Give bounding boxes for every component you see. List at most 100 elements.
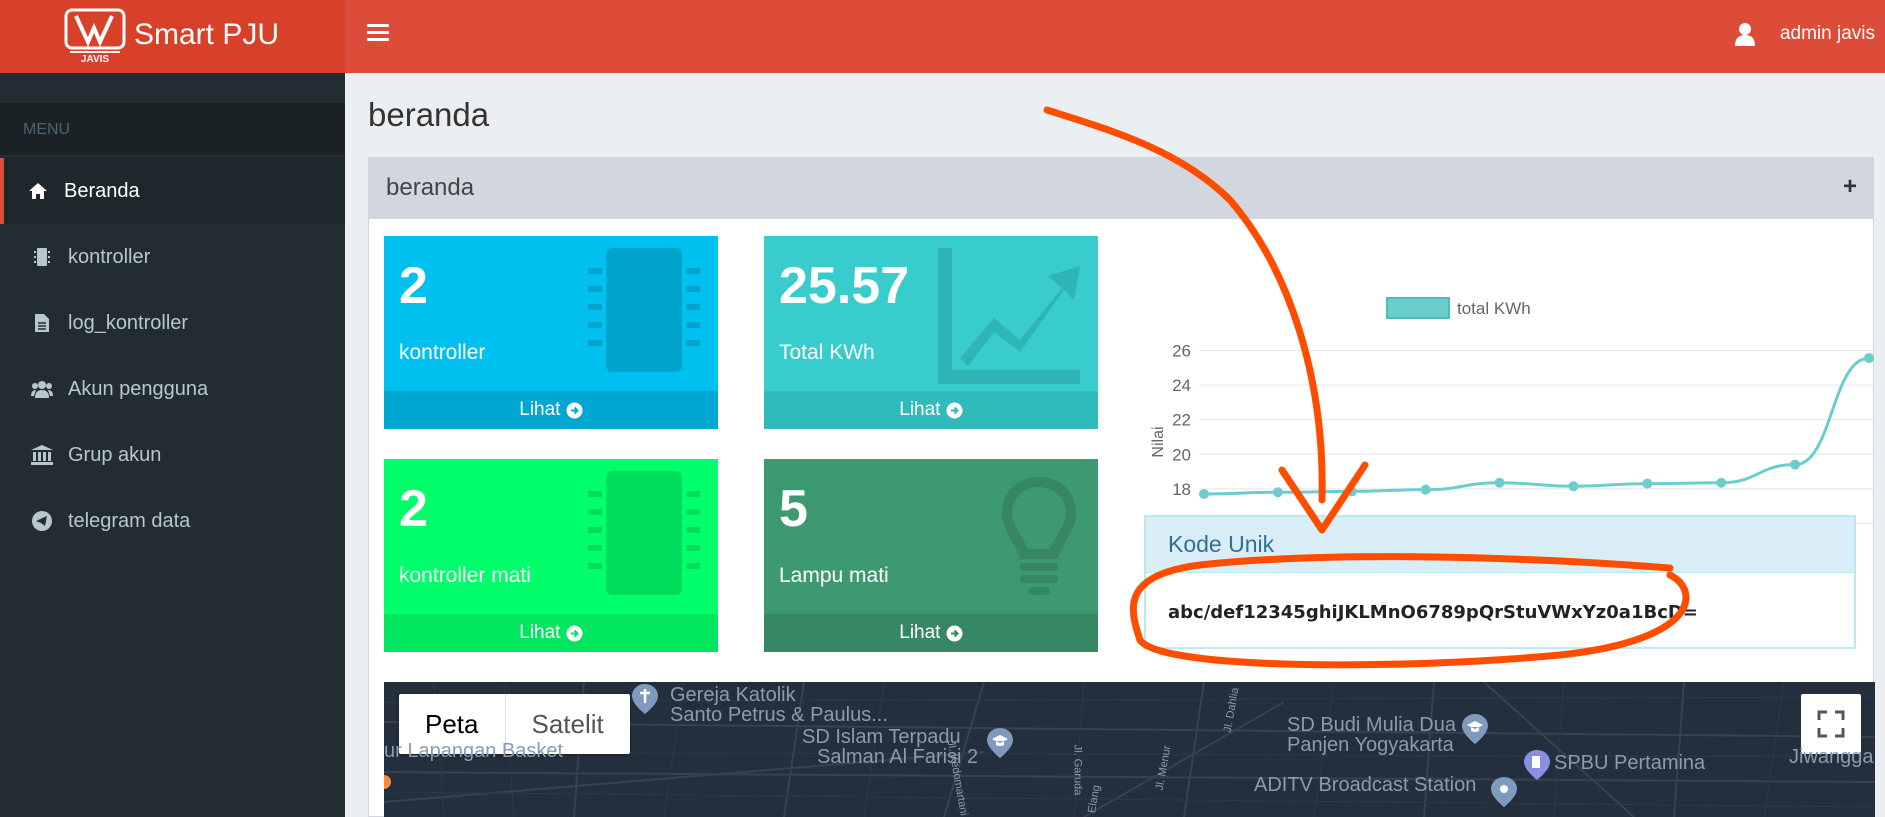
poi-label: Panjen Yogyakarta	[1287, 734, 1454, 756]
poi-label: ADITV Broadcast Station	[1254, 774, 1477, 796]
y-tick-label: 20	[1172, 445, 1191, 464]
arrow-circle-right-icon	[566, 625, 583, 641]
street-label: Jl. Garuda	[1071, 744, 1084, 796]
sidebar-item-grup-akun[interactable]: Grup akun	[0, 422, 345, 488]
data-point	[1568, 481, 1579, 492]
fullscreen-button[interactable]	[1801, 694, 1861, 754]
line-chart-icon	[938, 248, 1080, 384]
arrow-circle-right-icon	[566, 402, 583, 418]
y-tick-label: 26	[1172, 342, 1191, 361]
tile-link-label: Lihat	[899, 399, 941, 420]
tile-link-label: Lihat	[899, 622, 941, 643]
tile-label: Lampu mati	[779, 564, 889, 587]
y-tick-label: 24	[1172, 376, 1191, 395]
users-icon	[31, 378, 53, 400]
telegram-icon	[31, 510, 53, 532]
y-tick-label: 22	[1172, 411, 1191, 430]
sidebar-item-label: log_kontroller	[68, 311, 189, 334]
y-axis-label: Nilai	[1150, 426, 1167, 457]
tile-label: kontroller mati	[399, 564, 531, 587]
y-tick-label: 18	[1172, 480, 1191, 499]
tile-value: 2	[399, 480, 428, 538]
user-icon	[1734, 23, 1755, 46]
tile-label: Total KWh	[779, 341, 875, 364]
data-point	[1199, 489, 1209, 499]
top-navbar: admin javis	[345, 0, 1885, 73]
sidebar: MENU Beranda kontroller log_kontroller A…	[0, 73, 345, 817]
sidebar-item-kontroller[interactable]: kontroller	[0, 224, 345, 290]
poi-label: Gereja Katolik	[670, 684, 796, 706]
sidebar-item-beranda[interactable]: Beranda	[0, 158, 345, 224]
sidebar-item-label: Akun pengguna	[68, 377, 209, 400]
tile-link-label: Lihat	[519, 622, 561, 643]
location-pin-icon	[1491, 777, 1517, 807]
data-point	[1642, 478, 1653, 489]
data-point	[1864, 353, 1874, 364]
user-name: admin javis	[1779, 23, 1875, 44]
sidebar-item-label: Grup akun	[68, 443, 162, 466]
poi-label: SD Islam Terpadu	[802, 726, 961, 748]
chip-icon	[31, 246, 53, 268]
kode-unik-value: abc/def12345ghiJKLMnO6789pQrStuVWxYz0a1B…	[1168, 602, 1698, 623]
kode-unik-title: Kode Unik	[1146, 517, 1854, 573]
home-icon	[27, 180, 49, 202]
data-point	[1272, 487, 1283, 498]
sidebar-item-label: Beranda	[64, 179, 140, 202]
poi-label: Jiwangga	[1789, 746, 1874, 768]
dashboard-box: beranda + 2 kontroller Lihat 25.57 Total…	[368, 157, 1875, 817]
series-line	[1203, 356, 1870, 496]
church-pin-icon	[632, 684, 658, 714]
legend-swatch	[1386, 297, 1450, 319]
data-point	[1716, 477, 1727, 488]
tile-link-lihat[interactable]: Lihat	[384, 391, 718, 429]
fullscreen-icon	[1817, 710, 1845, 738]
tile-link-lihat[interactable]: Lihat	[384, 614, 718, 652]
tile-link-label: Lihat	[519, 399, 561, 420]
tile-link-lihat[interactable]: Lihat	[764, 391, 1098, 429]
file-icon	[31, 312, 53, 334]
data-point	[1346, 486, 1357, 497]
data-point	[1494, 477, 1505, 488]
stat-tile-lampu-mati: 5 Lampu mati Lihat	[764, 459, 1098, 652]
sidebar-item-log-kontroller[interactable]: log_kontroller	[0, 290, 345, 356]
school-pin-icon	[987, 728, 1013, 758]
gas-station-pin-icon	[1524, 750, 1550, 780]
sidebar-item-label: telegram data	[68, 509, 191, 532]
page-title: beranda	[368, 96, 490, 133]
app-title: Smart PJU	[134, 18, 280, 51]
sidebar-item-akun-pengguna[interactable]: Akun pengguna	[0, 356, 345, 422]
stat-tile-kontroller-mati: 2 kontroller mati Lihat	[384, 459, 718, 652]
tile-value: 2	[399, 257, 428, 315]
poi-label: SD Budi Mulia Dua	[1287, 714, 1456, 736]
poi-label: Santo Petrus & Paulus...	[670, 704, 888, 726]
tile-label: kontroller	[399, 341, 486, 364]
chip-icon	[588, 248, 700, 372]
tile-value: 5	[779, 480, 808, 538]
stat-tile-kontroller: 2 kontroller Lihat	[384, 236, 718, 429]
poi-label: SPBU Pertamina	[1554, 752, 1706, 774]
box-header: beranda +	[369, 157, 1873, 219]
poi-label: ur Lapangan Basket	[384, 740, 564, 762]
sidebar-header: MENU	[0, 103, 345, 155]
legend-label: total KWh	[1457, 299, 1531, 318]
lightbulb-icon	[1002, 477, 1076, 595]
school-pin-icon	[1462, 714, 1488, 744]
arrow-circle-right-icon	[946, 402, 963, 418]
stat-tile-total-kwh: 25.57 Total KWh Lihat	[764, 236, 1098, 429]
chip-icon	[588, 471, 700, 595]
brand-logo[interactable]: JAVIS Smart PJU	[0, 0, 345, 73]
tile-link-lihat[interactable]: Lihat	[764, 614, 1098, 652]
bank-icon	[31, 444, 53, 466]
data-point	[1790, 459, 1801, 470]
box-title: beranda	[386, 174, 475, 201]
javis-logo-icon: JAVIS	[64, 8, 126, 64]
sidebar-item-label: kontroller	[68, 245, 151, 268]
expand-plus-button[interactable]: +	[1843, 173, 1857, 201]
logo-text: JAVIS	[81, 54, 109, 64]
kode-unik-panel: Kode Unik abc/def12345ghiJKLMnO6789pQrSt…	[1144, 515, 1856, 649]
sidebar-toggle-button[interactable]	[367, 24, 389, 46]
user-menu[interactable]: admin javis	[1734, 22, 1875, 46]
arrow-circle-right-icon	[946, 625, 963, 641]
map-view[interactable]: Peta Satelit Gereja Katolik Santo Petrus…	[384, 682, 1875, 817]
sidebar-item-telegram-data[interactable]: telegram data	[0, 488, 345, 554]
